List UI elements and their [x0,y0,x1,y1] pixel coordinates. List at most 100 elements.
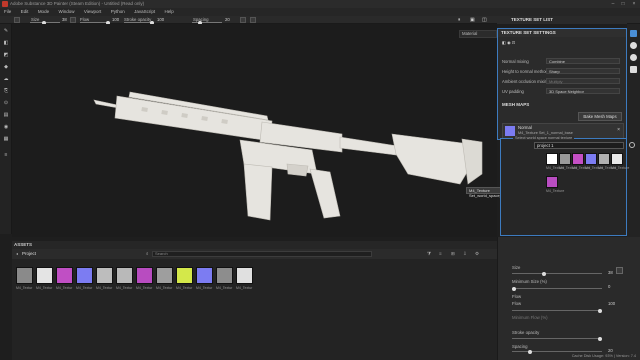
picker-texture-thumb[interactable] [559,153,571,165]
close-icon[interactable]: × [629,0,639,8]
selection-icon[interactable]: ▦ [3,136,9,142]
asset-label: M4_Textur [36,286,53,290]
eraser-icon[interactable]: ◧ [3,40,9,46]
menu-window[interactable]: Window [54,8,78,16]
picker-search-input[interactable]: project 1 [534,142,624,149]
texture-set-list-header: TEXTURE SET LIST [497,16,627,24]
assets-grid: M4_Textur M4_Textur M4_Textur M4_Textur M4_T… [12,259,497,360]
asset-thumb[interactable] [36,267,53,284]
normal-map-title: Normal [518,125,532,130]
settings-tab-icons[interactable]: ◧ ◉ ⊡ [502,40,515,45]
picker-texture-thumb[interactable] [546,153,558,165]
clone-icon[interactable]: ⎘ [3,88,9,94]
prop-size-label: Size [512,265,521,270]
menu-mode[interactable]: Mode [34,8,53,16]
menu-bar: File Edit Mode Window Viewport Python Ja… [0,8,640,16]
menu-python[interactable]: Python [107,8,129,16]
picker-texture-thumb[interactable] [572,153,584,165]
prop-min-size-value[interactable]: 0 [608,284,610,289]
normal-mixing-label: Normal mixing [502,59,529,64]
title-bar: Adobe Substance 3D Painter (Steam Editio… [0,0,640,8]
prop-size-slider[interactable] [512,271,602,276]
uv-padding-select[interactable]: 3D Space Neighbor [546,88,620,94]
asset-thumb[interactable] [136,267,153,284]
render-icon[interactable]: ◫ [482,17,488,23]
pen-pressure-icon[interactable] [70,17,76,23]
asset-thumb[interactable] [236,267,253,284]
ao-mixing-select[interactable]: Multiply [546,78,620,84]
import-icon[interactable]: ⇩ [463,251,467,257]
toolbar-spacing-value[interactable]: 20 [225,16,230,24]
toolbar-spacing-slider[interactable] [192,20,222,25]
asset-thumb[interactable] [176,267,193,284]
picker-texture-thumb[interactable] [611,153,623,165]
grid-view-icon[interactable]: ⊞ [451,251,455,257]
asset-thumb[interactable] [16,267,33,284]
symmetry-icon[interactable] [240,17,246,23]
menu-file[interactable]: File [0,8,15,16]
smudge-icon[interactable]: ☁ [3,76,9,82]
play-icon[interactable]: ⏸ [458,17,464,23]
asset-label: M4_Textur [156,286,173,290]
asset-thumb[interactable] [76,267,93,284]
camera-icon[interactable]: ▣ [470,17,476,23]
normal-mixing-select[interactable]: Combine [546,58,620,64]
prop-stroke-slider[interactable] [512,336,602,341]
bake-mesh-maps-button[interactable]: Bake Mesh Maps [578,112,622,121]
prop-spacing-slider[interactable] [512,349,602,354]
minimize-icon[interactable]: – [608,0,618,8]
height-normal-select[interactable]: Sharp [546,68,620,74]
projection-icon[interactable]: ◩ [3,52,9,58]
bake-icon[interactable]: ◉ [3,124,9,130]
polygon-fill-icon[interactable]: ▤ [3,112,9,118]
size-pressure-icon[interactable] [616,267,623,274]
menu-javascript[interactable]: JavaScript [130,8,159,16]
picker-texture-thumb[interactable] [598,153,610,165]
settings-gear-icon[interactable]: ⚙ [475,251,479,257]
prop-flow-slider[interactable] [512,308,602,313]
paint-brush-icon[interactable]: ✎ [3,28,9,34]
filter-icon[interactable]: ⧩ [427,251,431,256]
asset-thumb[interactable] [116,267,133,284]
picker-texture-thumb[interactable] [585,153,597,165]
normal-map-file: M4_Texture Set_1_normal_base [518,131,573,135]
asset-thumb[interactable] [96,267,113,284]
prop-flow-value[interactable]: 100 [608,301,615,306]
collapse-icon[interactable]: ◂ [16,251,18,256]
maximize-icon[interactable]: □ [618,0,628,8]
asset-thumb[interactable] [156,267,173,284]
shader-settings-icon[interactable] [630,66,637,73]
geometry-fill-icon[interactable]: ◆ [3,64,9,70]
asset-label: M4_Textur [76,286,93,290]
lazy-mouse-icon[interactable] [250,17,256,23]
viewport-mode-select[interactable]: Material [459,30,497,38]
toolbar-size-slider[interactable] [30,20,60,25]
brush-preset-icon[interactable] [14,17,20,23]
menu-edit[interactable]: Edit [17,8,33,16]
remove-map-icon[interactable]: × [617,127,620,133]
display-settings-icon[interactable] [630,42,637,49]
picker-texture-thumb[interactable] [546,176,558,188]
picker-icon[interactable]: ⊙ [3,100,9,106]
assets-project-label[interactable]: Project [22,251,36,256]
toolbar-size-value[interactable]: 38 [62,16,67,24]
toolbar-flow-value[interactable]: 100 [112,16,119,24]
toolbar-flow-slider[interactable] [80,20,110,25]
texture-set-list-icon[interactable] [630,30,637,37]
asset-thumb[interactable] [196,267,213,284]
list-view-icon[interactable]: ≡ [439,251,442,256]
status-bar: Cache Disk Usage: 93% | Version: 7.4 [571,354,636,358]
toolbar-stroke-value[interactable]: 100 [157,16,164,24]
asset-thumb[interactable] [216,267,233,284]
prop-size-value[interactable]: 38 [608,270,613,275]
menu-help[interactable]: Help [161,8,178,16]
picker-close-icon[interactable] [629,142,635,148]
asset-thumb[interactable] [56,267,73,284]
toolbar-stroke-slider[interactable] [124,20,154,25]
viewer-settings-icon[interactable] [630,54,637,61]
viewport-3d[interactable] [12,24,497,237]
assets-search-input[interactable]: Search [152,251,372,257]
prop-min-size-slider[interactable] [512,286,602,291]
menu-viewport[interactable]: Viewport [80,8,105,16]
layers-icon[interactable]: ≡ [3,152,9,158]
